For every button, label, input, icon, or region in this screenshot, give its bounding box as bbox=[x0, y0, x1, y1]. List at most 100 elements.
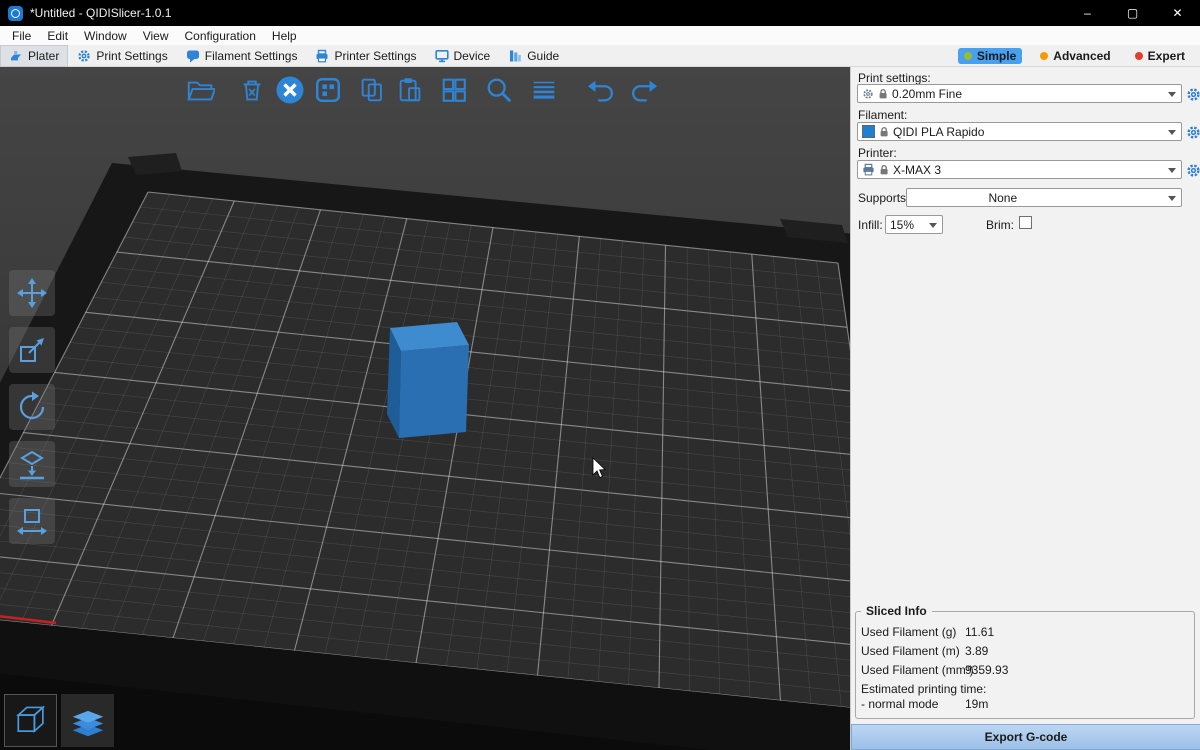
estimated-time-label: Estimated printing time: bbox=[861, 682, 986, 696]
tab-print-settings[interactable]: Print Settings bbox=[68, 45, 176, 67]
mode-expert[interactable]: Expert bbox=[1129, 48, 1191, 64]
copy-button[interactable] bbox=[355, 73, 389, 107]
delete-all-icon bbox=[274, 74, 306, 106]
menubar: File Edit Window View Configuration Help bbox=[0, 26, 1200, 45]
gear-icon bbox=[1186, 125, 1200, 140]
tabbar: Plater Print Settings Filament Settings … bbox=[0, 45, 1200, 67]
menu-view[interactable]: View bbox=[135, 27, 177, 45]
paste-icon bbox=[395, 75, 425, 105]
chevron-down-icon bbox=[1168, 168, 1176, 177]
sliced-info-row: Used Filament (g) 11.61 bbox=[851, 625, 1200, 641]
maximize-button[interactable]: ▢ bbox=[1110, 0, 1155, 26]
menu-help[interactable]: Help bbox=[264, 27, 305, 45]
menu-edit[interactable]: Edit bbox=[39, 27, 76, 45]
preset-gear-icon bbox=[862, 88, 874, 100]
chevron-down-icon bbox=[929, 223, 937, 232]
normal-mode-label: - normal mode bbox=[861, 697, 938, 711]
mode-advanced[interactable]: Advanced bbox=[1034, 48, 1116, 64]
printer-value: X-MAX 3 bbox=[893, 163, 941, 177]
export-gcode-button[interactable]: Export G-code bbox=[851, 724, 1200, 750]
arrange-button[interactable] bbox=[311, 73, 345, 107]
device-icon bbox=[435, 49, 449, 63]
paste-button[interactable] bbox=[393, 73, 427, 107]
scale-tool-button[interactable] bbox=[9, 327, 55, 373]
viewport-3d[interactable] bbox=[0, 67, 850, 750]
undo-button[interactable] bbox=[585, 73, 619, 107]
print-settings-gear-button[interactable] bbox=[1185, 86, 1200, 102]
scale-icon bbox=[16, 334, 48, 366]
open-icon bbox=[185, 75, 215, 105]
tab-print-settings-label: Print Settings bbox=[96, 49, 167, 63]
undo-icon bbox=[587, 75, 617, 105]
preview-view-button[interactable] bbox=[61, 694, 114, 747]
menu-window[interactable]: Window bbox=[76, 27, 135, 45]
tab-filament-settings-label: Filament Settings bbox=[205, 49, 298, 63]
lock-icon bbox=[879, 164, 889, 176]
sliced-info-row: - normal mode 19m bbox=[851, 697, 1200, 713]
minimize-button[interactable]: – bbox=[1065, 0, 1110, 26]
filament-label: Filament: bbox=[858, 108, 907, 122]
variable-layer-height-icon bbox=[529, 75, 559, 105]
model-cube[interactable] bbox=[387, 322, 469, 438]
brim-label: Brim: bbox=[986, 218, 1014, 232]
menu-configuration[interactable]: Configuration bbox=[177, 27, 264, 45]
delete-icon bbox=[237, 75, 267, 105]
filament-color-swatch bbox=[862, 125, 875, 138]
close-button[interactable]: ✕ bbox=[1155, 0, 1200, 26]
move-tool-button[interactable] bbox=[9, 270, 55, 316]
infill-select[interactable]: 15% bbox=[885, 215, 943, 234]
mode-expert-label: Expert bbox=[1148, 49, 1185, 63]
mode-advanced-label: Advanced bbox=[1053, 49, 1110, 63]
window-controls: – ▢ ✕ bbox=[1065, 0, 1200, 26]
editor-view-button[interactable] bbox=[4, 694, 57, 747]
variable-layer-height-button[interactable] bbox=[527, 73, 561, 107]
advanced-mode-dot-icon bbox=[1040, 52, 1048, 60]
delete-all-button[interactable] bbox=[273, 73, 307, 107]
sliced-info-row: Estimated printing time: bbox=[851, 682, 1200, 698]
tab-guide[interactable]: Guide bbox=[499, 45, 568, 67]
used-filament-mm3-value: 9359.93 bbox=[965, 663, 1008, 677]
delete-button[interactable] bbox=[235, 73, 269, 107]
simple-mode-dot-icon bbox=[964, 52, 972, 60]
supports-label: Supports: bbox=[858, 191, 909, 205]
window-title: *Untitled - QIDISlicer-1.0.1 bbox=[30, 6, 171, 20]
used-filament-g-label: Used Filament (g) bbox=[861, 625, 956, 639]
used-filament-m-value: 3.89 bbox=[965, 644, 988, 658]
open-button[interactable] bbox=[183, 73, 217, 107]
tab-filament-settings[interactable]: Filament Settings bbox=[177, 45, 307, 67]
place-on-face-tool-button[interactable] bbox=[9, 441, 55, 487]
measure-icon bbox=[16, 505, 48, 537]
printer-select[interactable]: X-MAX 3 bbox=[857, 160, 1182, 179]
brim-checkbox[interactable] bbox=[1019, 216, 1032, 229]
print-settings-select[interactable]: 0.20mm Fine bbox=[857, 84, 1182, 103]
measure-tool-button[interactable] bbox=[9, 498, 55, 544]
rotate-icon bbox=[16, 391, 48, 423]
mode-switcher: Simple Advanced Expert bbox=[958, 48, 1200, 64]
tab-plater[interactable]: Plater bbox=[0, 45, 68, 67]
search-button[interactable] bbox=[482, 73, 516, 107]
redo-button[interactable] bbox=[626, 73, 660, 107]
sidebar: Print settings: 0.20mm Fine Filament: bbox=[850, 67, 1200, 750]
tab-device[interactable]: Device bbox=[426, 45, 500, 67]
menu-file[interactable]: File bbox=[4, 27, 39, 45]
tab-printer-settings[interactable]: Printer Settings bbox=[306, 45, 425, 67]
preview-layers-view-icon bbox=[66, 699, 110, 743]
printer-gear-button[interactable] bbox=[1185, 162, 1200, 178]
sliced-info-row: Used Filament (mm³) 9359.93 bbox=[851, 663, 1200, 679]
tab-plater-label: Plater bbox=[28, 49, 59, 63]
filament-settings-icon bbox=[186, 49, 200, 63]
app-logo-icon bbox=[8, 6, 23, 21]
supports-value: None bbox=[988, 191, 1017, 205]
filament-value: QIDI PLA Rapido bbox=[893, 125, 984, 139]
plater-icon bbox=[9, 49, 23, 63]
3d-editor-view-icon bbox=[9, 699, 53, 743]
split-button[interactable] bbox=[437, 73, 471, 107]
rotate-tool-button[interactable] bbox=[9, 384, 55, 430]
filament-gear-button[interactable] bbox=[1185, 124, 1200, 140]
mode-simple[interactable]: Simple bbox=[958, 48, 1022, 64]
sliced-info-row: Used Filament (m) 3.89 bbox=[851, 644, 1200, 660]
tab-printer-settings-label: Printer Settings bbox=[334, 49, 416, 63]
filament-select[interactable]: QIDI PLA Rapido bbox=[857, 122, 1182, 141]
supports-select[interactable]: None bbox=[906, 188, 1182, 207]
move-icon bbox=[16, 277, 48, 309]
